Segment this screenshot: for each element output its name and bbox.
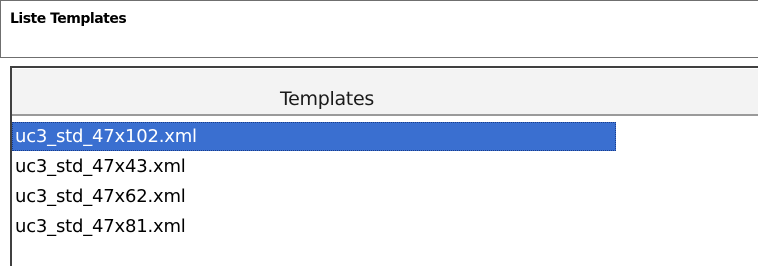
templates-window: Liste Templates Templates uc3_std_47x102…: [0, 0, 758, 266]
list-rows: uc3_std_47x102.xml uc3_std_47x43.xml uc3…: [12, 122, 758, 242]
list-item[interactable]: uc3_std_47x81.xml: [12, 212, 616, 241]
templates-list[interactable]: Templates uc3_std_47x102.xml uc3_std_47x…: [10, 66, 758, 266]
column-header-label: Templates: [280, 88, 374, 110]
list-item[interactable]: uc3_std_47x43.xml: [12, 152, 616, 181]
column-header-templates[interactable]: Templates: [12, 68, 758, 116]
list-item[interactable]: uc3_std_47x62.xml: [12, 182, 616, 211]
list-item[interactable]: uc3_std_47x102.xml: [12, 122, 616, 151]
panel-title: Liste Templates: [10, 11, 127, 27]
templates-group-panel: Liste Templates: [0, 0, 758, 58]
